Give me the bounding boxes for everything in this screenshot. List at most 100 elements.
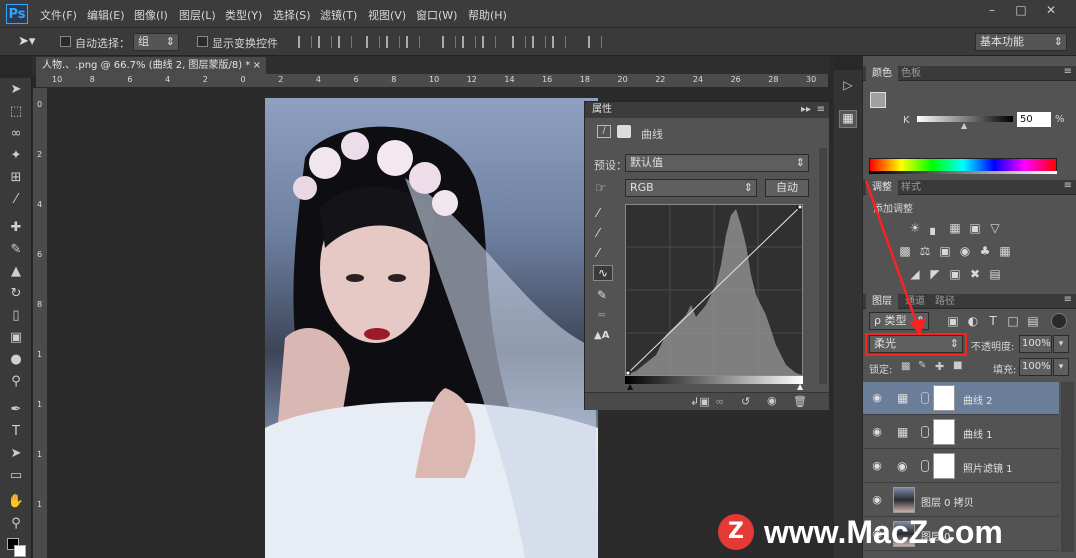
- tab-paths[interactable]: 路径: [929, 294, 961, 309]
- document-image[interactable]: [265, 98, 598, 558]
- brightness-icon[interactable]: ☀: [907, 221, 923, 235]
- curve-points-icon[interactable]: ∿: [593, 265, 613, 281]
- foreground-color-chip[interactable]: [870, 92, 886, 108]
- black-white-icon[interactable]: ▣: [937, 244, 953, 258]
- channel-mixer-icon[interactable]: ♣: [977, 244, 993, 258]
- panel-menu-icon[interactable]: ≡: [1064, 66, 1072, 77]
- menu-window[interactable]: 窗口(W): [416, 7, 457, 23]
- photo-filter-icon[interactable]: ◉: [957, 244, 973, 258]
- selective-color-icon[interactable]: ✖: [967, 267, 983, 281]
- lock-all-icon[interactable]: ■: [953, 360, 962, 371]
- layer-name[interactable]: 图层 0 拷贝: [921, 494, 974, 509]
- smooth-icon[interactable]: ≈: [597, 308, 606, 321]
- eyedropper-icon[interactable]: ⁄: [5, 190, 27, 210]
- history-brush-icon[interactable]: ↻: [5, 284, 27, 304]
- auto-button[interactable]: 自动: [765, 179, 809, 197]
- opacity-field[interactable]: 100%: [1019, 335, 1052, 353]
- filter-shape-icon[interactable]: □: [1005, 314, 1021, 328]
- menu-file[interactable]: 文件(F): [40, 7, 77, 23]
- workspace-dropdown[interactable]: 基本功能 ⇕: [975, 33, 1067, 51]
- filter-pixel-icon[interactable]: ▣: [945, 314, 961, 328]
- gradient-icon[interactable]: ▣: [5, 328, 27, 348]
- channel-dropdown[interactable]: RGB ⇕: [625, 179, 757, 197]
- lock-transparent-icon[interactable]: ▩: [901, 361, 910, 372]
- panel-menu-icon[interactable]: ≡: [817, 102, 825, 118]
- healing-brush-icon[interactable]: ✚: [5, 218, 27, 238]
- layer-name[interactable]: 曲线 1: [963, 426, 993, 441]
- marquee-tool-icon[interactable]: ⬚: [5, 102, 27, 122]
- visibility-eye-icon[interactable]: ◉: [870, 459, 884, 473]
- reset-icon[interactable]: ↺: [741, 395, 750, 408]
- lock-position-icon[interactable]: ✚: [935, 360, 944, 373]
- panel-menu-icon[interactable]: ≡: [1064, 294, 1072, 305]
- hue-saturation-icon[interactable]: ▩: [897, 244, 913, 258]
- visibility-eye-icon[interactable]: ◉: [870, 493, 884, 507]
- dodge-icon[interactable]: ⚲: [5, 372, 27, 392]
- distribute-vcenter-icon[interactable]: [462, 36, 476, 48]
- visibility-eye-icon[interactable]: ◉: [870, 391, 884, 405]
- menu-image[interactable]: 图像(I): [134, 7, 168, 23]
- clip-to-layer-icon[interactable]: ↲▣: [690, 395, 710, 408]
- properties-scrollbar[interactable]: [819, 148, 827, 384]
- link-icon[interactable]: [921, 426, 929, 438]
- auto-select-checkbox[interactable]: [60, 36, 71, 47]
- clipping-warning-icon[interactable]: ▲A: [594, 330, 609, 341]
- align-right-icon[interactable]: [406, 36, 420, 48]
- distribute-right-icon[interactable]: [552, 36, 566, 48]
- close-icon[interactable]: ✕: [1040, 2, 1062, 18]
- preset-dropdown[interactable]: 默认值 ⇕: [625, 154, 809, 172]
- distribute-hcenter-icon[interactable]: [532, 36, 546, 48]
- lasso-tool-icon[interactable]: ∞: [5, 124, 27, 144]
- k-slider-thumb[interactable]: ▲: [961, 121, 967, 130]
- filter-type-icon[interactable]: T: [985, 314, 1001, 328]
- black-point-slider[interactable]: ▲: [627, 382, 633, 391]
- background-color-swatch[interactable]: [14, 545, 26, 557]
- gradient-map-icon[interactable]: ▤: [987, 267, 1003, 281]
- fill-dropdown-icon[interactable]: ▾: [1053, 358, 1069, 376]
- distribute-bottom-icon[interactable]: [482, 36, 496, 48]
- align-bottom-icon[interactable]: [338, 36, 352, 48]
- menu-view[interactable]: 视图(V): [368, 7, 406, 23]
- layer-row[interactable]: ◉ ◉ 照片滤镜 1: [863, 450, 1059, 483]
- zoom-icon[interactable]: ⚲: [5, 514, 27, 534]
- opacity-dropdown-icon[interactable]: ▾: [1053, 335, 1069, 353]
- link-icon[interactable]: [921, 392, 929, 404]
- filter-toggle-icon[interactable]: [1051, 313, 1067, 329]
- document-tab[interactable]: 人物.、.png @ 66.7% (曲线 2, 图层蒙版/8) * ×: [36, 57, 266, 74]
- layer-thumbnail[interactable]: [893, 487, 915, 513]
- exposure-icon[interactable]: ▣: [967, 221, 983, 235]
- layer-mask-thumbnail[interactable]: [933, 453, 955, 479]
- panel-menu-icon[interactable]: ≡: [1064, 180, 1072, 191]
- crop-icon[interactable]: ⊞: [5, 168, 27, 188]
- distribute-left-icon[interactable]: [512, 36, 526, 48]
- vibrance-icon[interactable]: ▽: [987, 221, 1003, 235]
- layer-mask-thumbnail[interactable]: [933, 419, 955, 445]
- quick-select-icon[interactable]: ✦: [5, 146, 27, 166]
- color-spectrum[interactable]: [869, 158, 1057, 172]
- filter-smart-icon[interactable]: ▤: [1025, 314, 1041, 328]
- eraser-icon[interactable]: ▯: [5, 306, 27, 326]
- align-vcenter-icon[interactable]: [318, 36, 332, 48]
- brush-icon[interactable]: ✎: [5, 240, 27, 260]
- move-tool-preset-icon[interactable]: ➤▾: [18, 34, 35, 49]
- invert-icon[interactable]: ◢: [907, 267, 923, 281]
- blur-icon[interactable]: ●: [5, 350, 27, 370]
- filter-adjustment-icon[interactable]: ◐: [965, 314, 981, 328]
- fill-field[interactable]: 100%: [1019, 358, 1052, 376]
- layer-name[interactable]: 照片滤镜 1: [963, 460, 1013, 475]
- eyedropper-gray-icon[interactable]: ⁄: [597, 226, 599, 240]
- distribute-top-icon[interactable]: [442, 36, 456, 48]
- close-icon[interactable]: ×: [253, 57, 261, 74]
- rectangle-icon[interactable]: ▭: [5, 466, 27, 486]
- color-balance-icon[interactable]: ⚖: [917, 244, 933, 258]
- align-top-icon[interactable]: [298, 36, 312, 48]
- color-lookup-icon[interactable]: ▦: [997, 244, 1013, 258]
- align-hcenter-icon[interactable]: [386, 36, 400, 48]
- menu-select[interactable]: 选择(S): [273, 7, 311, 23]
- path-select-icon[interactable]: ➤: [5, 444, 27, 464]
- minimize-icon[interactable]: –: [981, 2, 1003, 18]
- link-icon[interactable]: [921, 460, 929, 472]
- hand-icon[interactable]: ✋: [5, 492, 27, 512]
- move-tool-icon[interactable]: ➤: [5, 80, 27, 100]
- layer-filter-dropdown[interactable]: ρ 类型 ⇕: [869, 312, 929, 330]
